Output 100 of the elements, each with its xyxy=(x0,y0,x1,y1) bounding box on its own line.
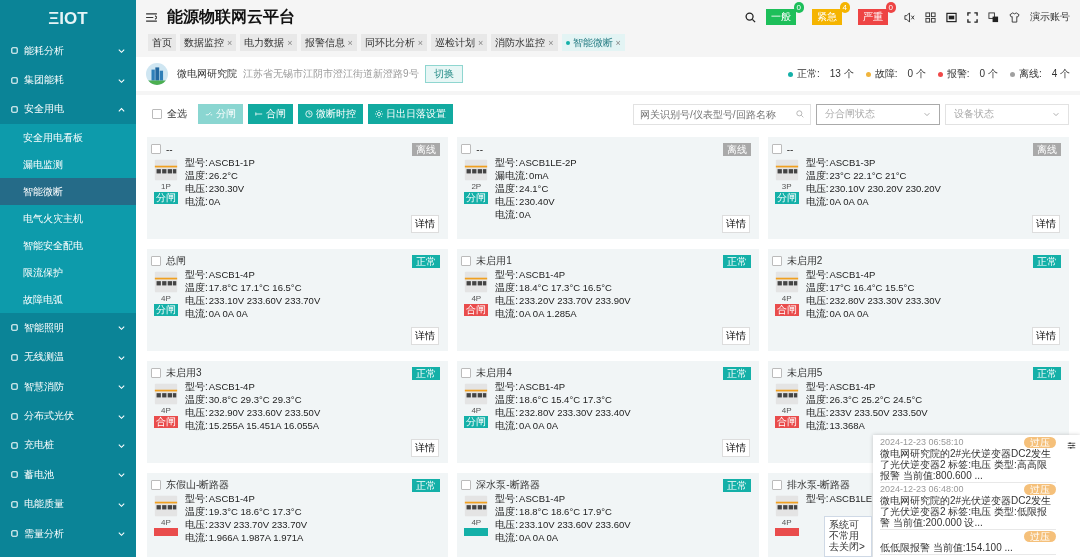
sidebar-item[interactable]: 智能微断 xyxy=(0,178,136,206)
sidebar-group[interactable]: 智能照明 xyxy=(0,313,136,343)
close-tab-button[interactable]: × xyxy=(287,37,293,48)
page-tab[interactable]: 消防水监控 × xyxy=(491,34,558,51)
status-tag: 正常 xyxy=(722,366,751,380)
fullscreen-icon[interactable] xyxy=(967,11,978,23)
switch-button[interactable]: 切换 xyxy=(424,65,463,83)
translate-icon[interactable] xyxy=(988,11,999,23)
sidebar-item[interactable]: 限流保护 xyxy=(0,259,136,287)
close-tab-button[interactable]: × xyxy=(478,37,484,48)
pole-label: 3P xyxy=(781,182,792,192)
field-label: 电压: xyxy=(185,295,208,306)
card-checkbox[interactable] xyxy=(461,368,472,378)
sidebar-group[interactable]: 分布式光伏 xyxy=(0,401,136,431)
field-label: 温度: xyxy=(805,282,829,293)
stat-count: 0 个 xyxy=(907,67,926,81)
detail-button[interactable]: 详情 xyxy=(1032,215,1060,233)
page-tab[interactable]: 巡检计划 × xyxy=(431,34,488,51)
search-icon[interactable] xyxy=(745,11,756,23)
detail-button[interactable]: 详情 xyxy=(721,327,750,345)
field-label: 型号: xyxy=(805,493,829,504)
field-label: 温度: xyxy=(185,394,208,405)
card-checkbox[interactable] xyxy=(151,256,161,266)
detail-button[interactable]: 详情 xyxy=(411,327,440,345)
status-tag: 离线 xyxy=(722,142,751,156)
close-tab-button[interactable]: × xyxy=(615,37,621,48)
grid-icon[interactable] xyxy=(925,11,936,23)
field-label: 型号: xyxy=(185,157,208,168)
card-checkbox[interactable] xyxy=(461,144,472,154)
pole-label: 1P xyxy=(161,182,171,192)
sidebar-group[interactable]: 无线测温 xyxy=(0,342,136,372)
field-value: 233.10V 233.60V 233.70V xyxy=(208,295,321,306)
search-field[interactable]: 网关识别号/仪表型号/回路名称 xyxy=(633,103,811,125)
field-label: 电流: xyxy=(185,420,208,431)
sidebar-group[interactable]: 需量分析 xyxy=(0,518,136,549)
page-tab[interactable]: 电力数据 × xyxy=(240,34,297,51)
alarm-level-button[interactable]: 严重 xyxy=(858,9,888,25)
field-value: ASCB1LE-2P xyxy=(519,157,577,168)
page-tab[interactable]: 数据监控 × xyxy=(180,34,237,51)
sidebar-item[interactable]: 电气火灾主机 xyxy=(0,205,136,233)
card-checkbox[interactable] xyxy=(771,144,782,154)
account-name[interactable]: 演示账号 xyxy=(1030,10,1070,24)
field-value: 233.20V 233.70V 233.90V xyxy=(519,295,631,306)
field-label: 电压: xyxy=(185,183,208,194)
action-button[interactable]: 微断时控 xyxy=(298,104,363,124)
card-checkbox[interactable] xyxy=(151,480,161,490)
mute-icon[interactable] xyxy=(904,11,915,23)
detail-button[interactable]: 详情 xyxy=(411,439,440,457)
filter-dropdown[interactable]: 分合闸状态 xyxy=(816,103,940,125)
sidebar-item[interactable]: 安全用电看板 xyxy=(0,124,136,152)
card-checkbox[interactable] xyxy=(771,256,782,266)
page-tab[interactable]: 智能微断 × xyxy=(561,34,625,51)
action-button[interactable]: 日出日落设置 xyxy=(368,104,453,124)
detail-button[interactable]: 详情 xyxy=(411,215,440,233)
detail-button[interactable]: 详情 xyxy=(1032,327,1060,345)
sidebar-item[interactable]: 智能安全配电 xyxy=(0,232,136,260)
sidebar-item[interactable]: 漏电监测 xyxy=(0,151,136,179)
settings-icon[interactable] xyxy=(1067,441,1076,450)
close-link[interactable]: 去关闭> xyxy=(829,541,867,552)
sidebar-group[interactable]: 电能质量 xyxy=(0,489,136,519)
sidebar-item[interactable]: 故障电弧 xyxy=(0,286,136,314)
sidebar-group[interactable]: 能耗分析 xyxy=(0,36,136,66)
field-label: 漏电流: xyxy=(495,170,529,181)
field-value: 0mA xyxy=(529,170,549,181)
page-tab[interactable]: 报警信息 × xyxy=(300,34,357,51)
pole-label: 4P xyxy=(161,518,171,528)
card-checkbox[interactable] xyxy=(461,256,472,266)
site-name: 微电网研究院 xyxy=(177,67,237,81)
card-checkbox[interactable] xyxy=(461,480,472,490)
field-label: 电流: xyxy=(805,196,829,207)
filter-dropdown[interactable]: 设备状态 xyxy=(945,103,1069,125)
device-name: -- xyxy=(786,143,794,155)
field-value: ASCB1-4P xyxy=(208,381,255,392)
field-label: 电流: xyxy=(185,532,208,543)
card-checkbox[interactable] xyxy=(771,368,782,378)
alarm-level-button[interactable]: 一般 xyxy=(766,9,796,25)
shirt-icon[interactable] xyxy=(1009,11,1020,23)
select-all-checkbox[interactable] xyxy=(152,109,162,119)
close-tab-button[interactable]: × xyxy=(227,37,233,48)
card-checkbox[interactable] xyxy=(771,480,782,490)
close-tab-button[interactable]: × xyxy=(548,37,554,48)
sidebar-group[interactable]: 智慧消防 xyxy=(0,371,136,402)
stat-count: 0 个 xyxy=(979,67,998,81)
screen-icon[interactable] xyxy=(946,11,957,23)
detail-button[interactable]: 详情 xyxy=(721,439,750,457)
sidebar-group[interactable]: 充电桩 xyxy=(0,430,136,461)
close-tab-button[interactable]: × xyxy=(347,37,353,48)
card-checkbox[interactable] xyxy=(151,144,161,154)
close-tab-button[interactable]: × xyxy=(417,37,424,48)
page-tab[interactable]: 同环比分析 × xyxy=(360,34,428,51)
sidebar-group[interactable]: 集团能耗 xyxy=(0,65,136,95)
field-label: 温度: xyxy=(495,394,519,405)
field-value: 18.4°C 17.3°C 16.5°C xyxy=(519,282,612,293)
action-button[interactable]: 合闸 xyxy=(248,104,293,124)
card-checkbox[interactable] xyxy=(151,368,161,378)
sidebar-group[interactable]: 安全用电 xyxy=(0,94,136,125)
detail-button[interactable]: 详情 xyxy=(721,215,750,233)
sidebar-group[interactable]: 蓄电池 xyxy=(0,460,136,490)
field-value: 0A 0A 0A xyxy=(829,308,869,319)
page-tab[interactable]: 首页 xyxy=(148,34,176,51)
